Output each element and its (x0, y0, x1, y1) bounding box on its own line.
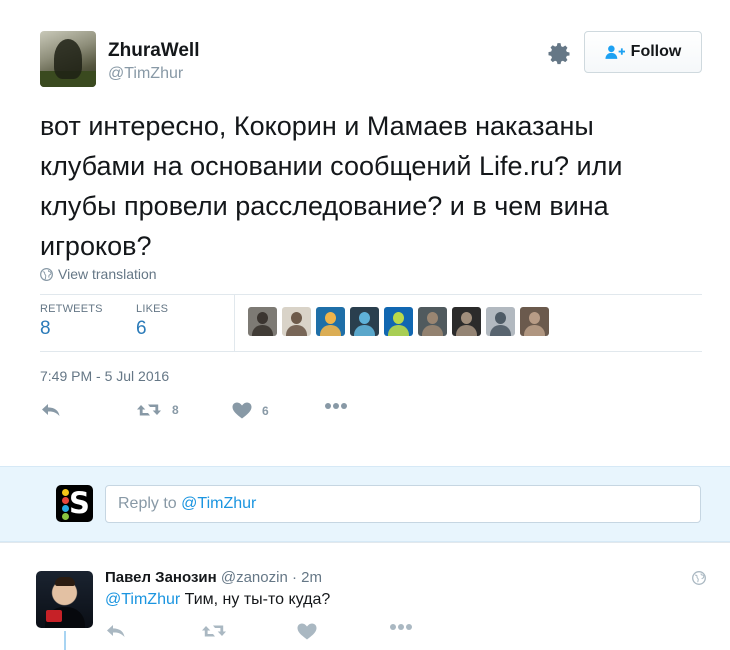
follow-label: Follow (630, 43, 682, 60)
reply-text: @TimZhur Тим, ну ты-то куда? (105, 591, 330, 609)
reply-header: Павел Занозин @zanozin · 2m (105, 569, 322, 586)
retweets-stat[interactable]: RETWEETS 8 (40, 303, 103, 340)
reply-tweet: Павел Занозин @zanozin · 2m @TimZhur Тим… (0, 542, 730, 650)
follow-user-icon (605, 45, 625, 59)
reply-placeholder: Reply to (118, 495, 182, 512)
likes-count: 6 (136, 318, 147, 339)
tweet-actions: 8 6 (40, 402, 440, 430)
reply-mention: @TimZhur (181, 495, 257, 512)
liker-avatar[interactable] (452, 307, 481, 336)
liker-avatar[interactable] (316, 307, 345, 336)
reply-handle[interactable]: @zanozin (221, 569, 288, 586)
more-icon (325, 403, 347, 409)
liker-avatar[interactable] (248, 307, 277, 336)
like-button[interactable]: 6 (232, 402, 269, 419)
more-button[interactable] (324, 402, 348, 410)
likes-stat[interactable]: LIKES 6 (136, 303, 168, 340)
view-translation-link[interactable]: View translation (40, 266, 157, 282)
likes-label: LIKES (136, 303, 169, 315)
more-icon (390, 624, 412, 630)
liker-avatar[interactable] (384, 307, 413, 336)
logo-letter: S (69, 486, 90, 520)
retweets-label: RETWEETS (40, 303, 103, 315)
reply-avatar[interactable] (36, 571, 93, 628)
reply-text-mention[interactable]: @TimZhur (105, 591, 180, 608)
retweet-icon (202, 625, 226, 637)
reply-more-button[interactable] (389, 623, 413, 631)
heart-icon (232, 402, 252, 419)
tweet-text: вот интересно, Кокорин и Мамаев наказаны… (40, 111, 623, 261)
follow-button[interactable]: Follow (584, 31, 702, 73)
reply-actions (105, 623, 425, 647)
retweet-icon (137, 404, 161, 416)
likers-avatar-list (248, 307, 554, 336)
like-count: 6 (262, 403, 269, 418)
globe-icon (692, 571, 706, 585)
thread-line (64, 631, 66, 650)
liker-avatar[interactable] (418, 307, 447, 336)
tweet-header: ZhuraWell @TimZhur Follow (40, 31, 702, 91)
retweets-count: 8 (40, 318, 51, 339)
tweet-card: ZhuraWell @TimZhur Follow вот интересно,… (0, 0, 730, 466)
reply-composer: S Reply to @TimZhur (0, 466, 730, 542)
reply-text-body: Тим, ну ты-то куда? (180, 591, 331, 608)
tweet-stats: RETWEETS 8 LIKES 6 (40, 294, 702, 352)
stats-divider (234, 295, 235, 351)
reply-icon (107, 625, 125, 637)
globe-icon (40, 267, 53, 281)
reply-separator: · (287, 569, 302, 586)
reply-display-name[interactable]: Павел Занозин (105, 569, 217, 586)
reply-reply-button[interactable] (105, 623, 127, 639)
display-name[interactable]: ZhuraWell (108, 40, 200, 62)
reply-button[interactable] (40, 402, 62, 418)
retweet-count: 8 (172, 403, 179, 417)
heart-icon (297, 623, 317, 640)
liker-avatar[interactable] (350, 307, 379, 336)
avatar[interactable] (40, 31, 96, 87)
user-handle[interactable]: @TimZhur (108, 65, 183, 83)
liker-avatar[interactable] (520, 307, 549, 336)
current-user-avatar: S (56, 485, 93, 522)
liker-avatar[interactable] (486, 307, 515, 336)
reply-input[interactable]: Reply to @TimZhur (105, 485, 701, 523)
reply-retweet-button[interactable] (201, 623, 227, 639)
reply-time[interactable]: 2m (301, 569, 322, 586)
liker-avatar[interactable] (282, 307, 311, 336)
gear-icon[interactable] (546, 41, 572, 67)
reply-icon (42, 404, 60, 416)
reply-like-button[interactable] (297, 623, 317, 640)
tweet-timestamp[interactable]: 7:49 PM - 5 Jul 2016 (40, 368, 169, 384)
retweet-button[interactable]: 8 (136, 402, 179, 418)
view-translation-label: View translation (58, 266, 157, 282)
